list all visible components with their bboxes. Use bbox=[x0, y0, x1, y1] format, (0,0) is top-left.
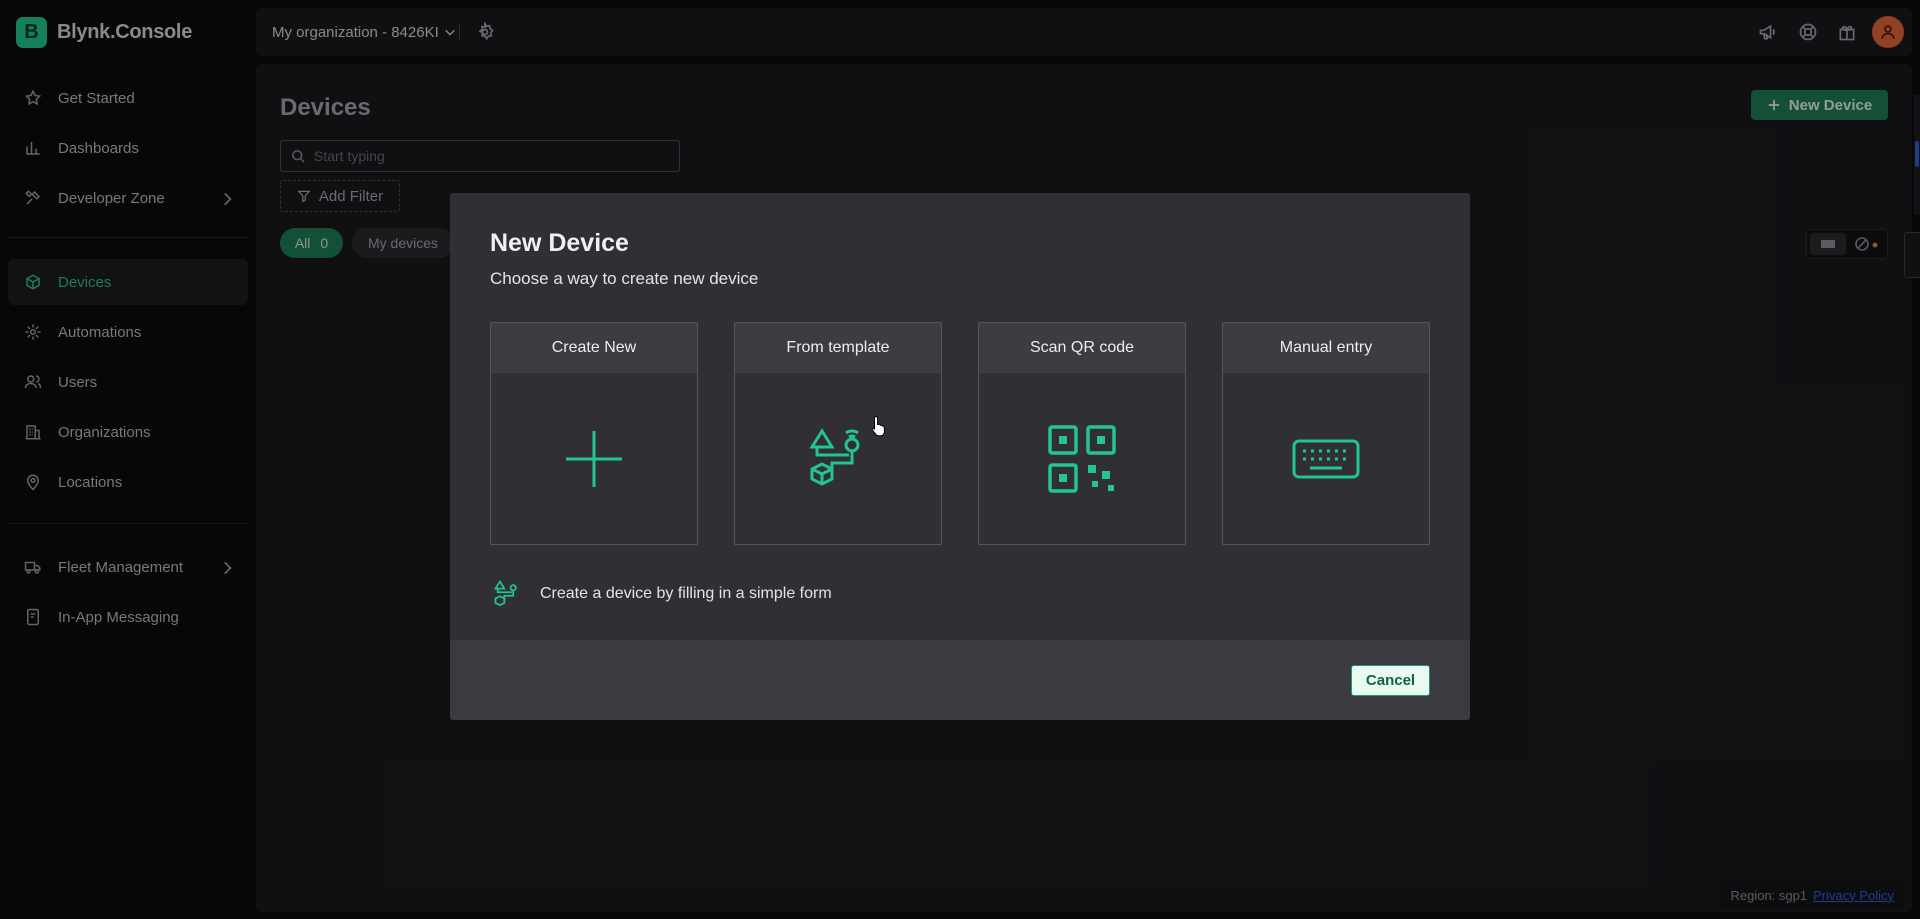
qr-code-icon bbox=[1048, 424, 1116, 493]
option-label: Scan QR code bbox=[979, 323, 1185, 373]
option-label: From template bbox=[735, 323, 941, 373]
option-icon-area bbox=[491, 373, 697, 544]
option-label: Create New bbox=[491, 323, 697, 373]
hint-text: Create a device by filling in a simple f… bbox=[540, 585, 832, 602]
plus-icon bbox=[566, 430, 622, 487]
option-manual-entry[interactable]: Manual entry bbox=[1222, 322, 1430, 545]
dialog-hint: Create a device by filling in a simple f… bbox=[490, 578, 832, 610]
option-icon-area bbox=[1223, 373, 1429, 544]
new-device-dialog: New Device Choose a way to create new de… bbox=[450, 193, 1470, 720]
option-label: Manual entry bbox=[1223, 323, 1429, 373]
template-icon bbox=[809, 427, 860, 486]
option-scan-qr-code[interactable]: Scan QR code bbox=[978, 322, 1186, 545]
option-create-new[interactable]: Create New bbox=[490, 322, 698, 545]
template-icon bbox=[493, 579, 517, 607]
option-icon-area bbox=[735, 373, 941, 544]
dialog-title: New Device bbox=[490, 229, 629, 257]
mouse-pointer-icon bbox=[871, 415, 886, 437]
cancel-button[interactable]: Cancel bbox=[1351, 665, 1430, 696]
keyboard-icon bbox=[1292, 439, 1360, 478]
dialog-subtitle: Choose a way to create new device bbox=[490, 269, 759, 288]
option-from-template[interactable]: From template bbox=[734, 322, 942, 545]
option-icon-area bbox=[979, 373, 1185, 544]
dialog-footer: Cancel bbox=[450, 640, 1470, 720]
